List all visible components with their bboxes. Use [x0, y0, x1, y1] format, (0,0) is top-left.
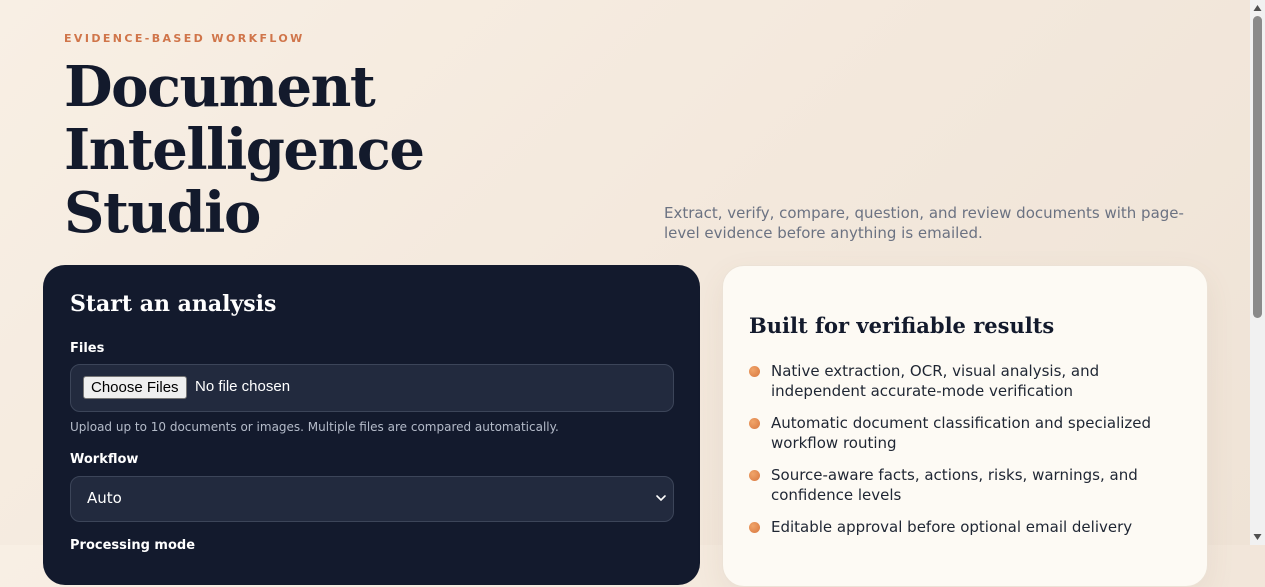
- page-title: Document Intelligence Studio: [64, 54, 425, 246]
- bullet-dot-icon: [749, 366, 760, 377]
- workflow-label: Workflow: [70, 452, 139, 467]
- list-item-text: Automatic document classification and sp…: [771, 414, 1152, 452]
- list-item-text: Native extraction, OCR, visual analysis,…: [771, 362, 1100, 400]
- workflow-select[interactable]: Auto: [70, 476, 674, 522]
- bullet-dot-icon: [749, 522, 760, 533]
- analysis-panel: Start an analysis Files Choose Files No …: [43, 265, 700, 585]
- processing-mode-label: Processing mode: [70, 538, 196, 553]
- files-hint: Upload up to 10 documents or images. Mul…: [70, 420, 559, 434]
- analysis-panel-title: Start an analysis: [70, 291, 277, 317]
- features-panel: Built for verifiable results Native extr…: [722, 265, 1208, 587]
- bullet-dot-icon: [749, 470, 760, 481]
- chevron-down-icon: [656, 495, 666, 502]
- scroll-up-arrow-icon[interactable]: [1253, 4, 1262, 12]
- list-item-text: Editable approval before optional email …: [771, 518, 1133, 536]
- hero-tagline: Extract, verify, compare, question, and …: [664, 204, 1184, 242]
- file-status-text: No file chosen: [195, 378, 291, 395]
- files-label: Files: [70, 341, 105, 356]
- vertical-scrollbar[interactable]: [1250, 0, 1265, 545]
- list-item-text: Source-aware facts, actions, risks, warn…: [771, 466, 1138, 504]
- list-item: Native extraction, OCR, visual analysis,…: [749, 361, 1189, 401]
- eyebrow-label: EVIDENCE-BASED WORKFLOW: [64, 32, 305, 45]
- page-title-line: Intelligence: [64, 117, 425, 183]
- feature-list: Native extraction, OCR, visual analysis,…: [749, 361, 1189, 549]
- features-panel-title: Built for verifiable results: [749, 313, 1055, 338]
- file-input[interactable]: Choose Files No file chosen: [70, 364, 674, 412]
- list-item: Editable approval before optional email …: [749, 517, 1189, 537]
- workflow-select-value: Auto: [87, 489, 122, 507]
- bullet-dot-icon: [749, 418, 760, 429]
- page-title-line: Document: [64, 54, 376, 120]
- list-item: Source-aware facts, actions, risks, warn…: [749, 465, 1189, 505]
- scrollbar-thumb[interactable]: [1253, 16, 1262, 318]
- page-title-line: Studio: [64, 180, 261, 246]
- scroll-down-arrow-icon[interactable]: [1253, 533, 1262, 541]
- choose-files-button[interactable]: Choose Files: [83, 376, 187, 399]
- list-item: Automatic document classification and sp…: [749, 413, 1189, 453]
